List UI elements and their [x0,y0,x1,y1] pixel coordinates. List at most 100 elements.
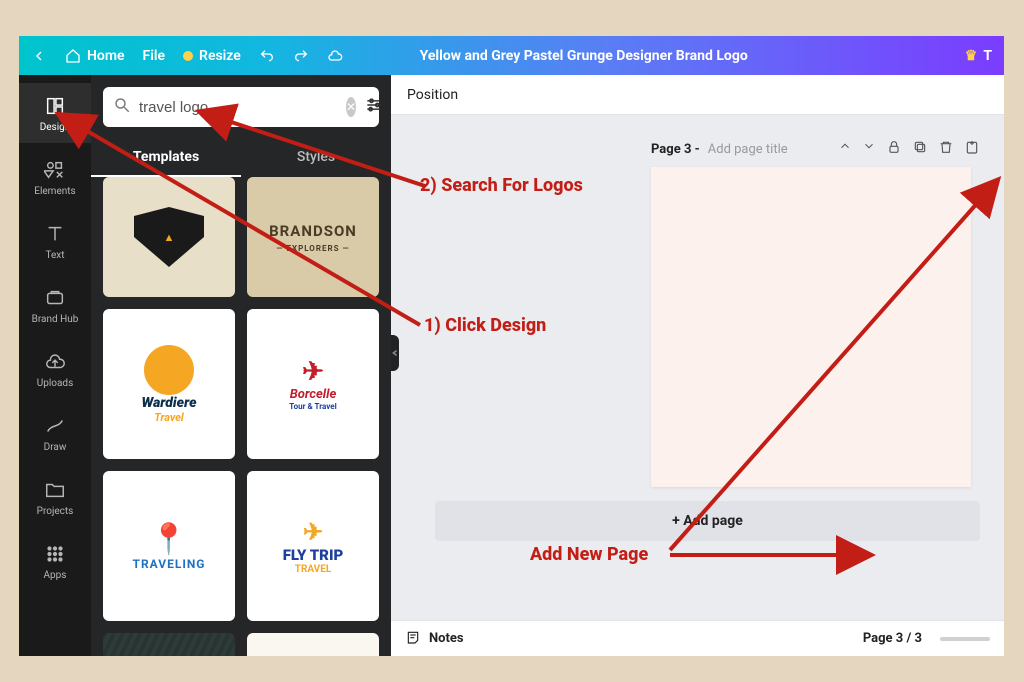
notes-button[interactable]: Notes [429,631,464,646]
back-button[interactable] [31,48,47,64]
template-text: Borcelle [290,387,337,402]
sidebar-item-apps[interactable]: Apps [19,531,91,591]
try-pro-button[interactable]: T [983,48,992,64]
uploads-icon [43,350,67,374]
app-window: Home File Resize Yellow and Grey Pastel … [19,36,1004,656]
draw-label: Draw [44,442,67,453]
projects-icon [43,478,67,502]
topbar: Home File Resize Yellow and Grey Pastel … [19,36,1004,75]
page-up-button[interactable] [838,139,852,159]
canvas-area: Position Page 3 - Add page title [391,75,1004,656]
pin-icon: 📍 [150,522,187,557]
sidebar-item-draw[interactable]: Draw [19,403,91,463]
annotation-label: 2) Search For Logos [420,175,583,196]
page-down-button[interactable] [862,139,876,159]
template-card[interactable]: 📍 TRAVELING [103,471,235,621]
zoom-slider[interactable] [940,637,990,641]
search-input[interactable] [139,99,338,116]
tab-styles[interactable]: Styles [241,139,391,177]
template-card[interactable]: Wardiere Travel [103,309,235,459]
position-button[interactable]: Position [407,87,458,103]
annotation-label: 1) Click Design [424,315,546,336]
redo-icon [293,48,309,64]
apps-icon [43,542,67,566]
shield-icon: ▲ [134,207,204,267]
add-page-button[interactable]: + Add page [435,501,980,541]
template-text: Travel [154,411,184,424]
resize-icon [183,51,193,61]
template-card[interactable]: △ ROVE & STONE PHOTOGRAPHY [103,633,235,656]
page-header: Page 3 - Add page title [651,139,980,159]
uploads-label: Uploads [37,378,73,389]
design-label: Design [40,122,71,133]
text-icon [43,222,67,246]
delete-page-button[interactable] [938,139,954,159]
template-text: Tour & Travel [289,402,336,411]
template-card[interactable]: 🗺 Pretty Little Adventures [247,633,379,656]
annotation-label: Add New Page [530,544,648,565]
apps-label: Apps [44,570,67,581]
sun-icon [144,345,194,395]
canvas-toolbar: Position [391,75,1004,115]
template-text: — EXPLORERS — [276,244,349,253]
template-text: Wardiere [141,395,196,411]
template-text: TRAVEL [295,564,332,575]
sidebar-item-uploads[interactable]: Uploads [19,339,91,399]
projects-label: Projects [37,506,74,517]
sidebar-item-brandhub[interactable]: Brand Hub [19,275,91,335]
file-menu[interactable]: File [143,48,166,64]
panel-tabs: Templates Styles [91,139,391,177]
template-card[interactable]: ✈ FLY TRIP TRAVEL [247,471,379,621]
duplicate-page-button[interactable] [912,139,928,159]
elements-label: Elements [34,186,75,197]
design-icon [43,94,67,118]
chevron-left-icon [31,48,47,64]
search-icon [113,96,131,118]
cloud-sync-button[interactable] [327,48,343,64]
undo-button[interactable] [259,48,275,64]
page-canvas[interactable] [651,167,971,487]
design-panel: ✕ Templates Styles ▲ BRANDSON — EXPLORER… [91,75,391,656]
home-icon [65,48,81,64]
resize-button[interactable]: Resize [183,48,241,64]
resize-label: Resize [199,48,241,64]
template-text: BRANDSON [269,222,357,240]
template-card[interactable]: ✈ Borcelle Tour & Travel [247,309,379,459]
document-title[interactable]: Yellow and Grey Pastel Grunge Designer B… [420,48,748,64]
plane-icon: ✈ [303,518,323,546]
elements-icon [43,158,67,182]
sidebar-item-projects[interactable]: Projects [19,467,91,527]
page-title-input[interactable]: Add page title [708,142,788,157]
undo-icon [259,48,275,64]
sidebar-item-elements[interactable]: Elements [19,147,91,207]
draw-icon [43,414,67,438]
search-bar: ✕ [103,87,379,127]
brandhub-label: Brand Hub [32,314,79,325]
template-text: TRAVELING [133,557,206,571]
add-page-icon-button[interactable] [964,139,980,159]
notes-icon [405,629,421,649]
home-button[interactable]: Home [65,48,125,64]
redo-button[interactable] [293,48,309,64]
brandhub-icon [43,286,67,310]
tab-templates[interactable]: Templates [91,139,241,177]
text-label: Text [45,250,64,261]
filter-button[interactable] [364,95,384,119]
file-label: File [143,48,166,64]
sidebar-rail: Design Elements Text Brand Hub Uploads D… [19,75,91,656]
bottom-bar: Notes Page 3 / 3 [391,620,1004,656]
page-number-label: Page 3 - [651,142,700,157]
sidebar-item-text[interactable]: Text [19,211,91,271]
page-count: Page 3 / 3 [863,631,922,646]
crown-icon: ♛ [965,48,978,64]
plane-icon: ✈ [302,357,324,387]
clear-search-button[interactable]: ✕ [346,97,356,117]
cloud-icon [327,48,343,64]
template-grid: ▲ BRANDSON — EXPLORERS — Wardiere Travel… [91,177,391,656]
lock-page-button[interactable] [886,139,902,159]
template-card[interactable]: ▲ [103,177,235,297]
sidebar-item-design[interactable]: Design [19,83,91,143]
template-text: FLY TRIP [283,546,344,564]
home-label: Home [87,48,125,64]
template-card[interactable]: BRANDSON — EXPLORERS — [247,177,379,297]
